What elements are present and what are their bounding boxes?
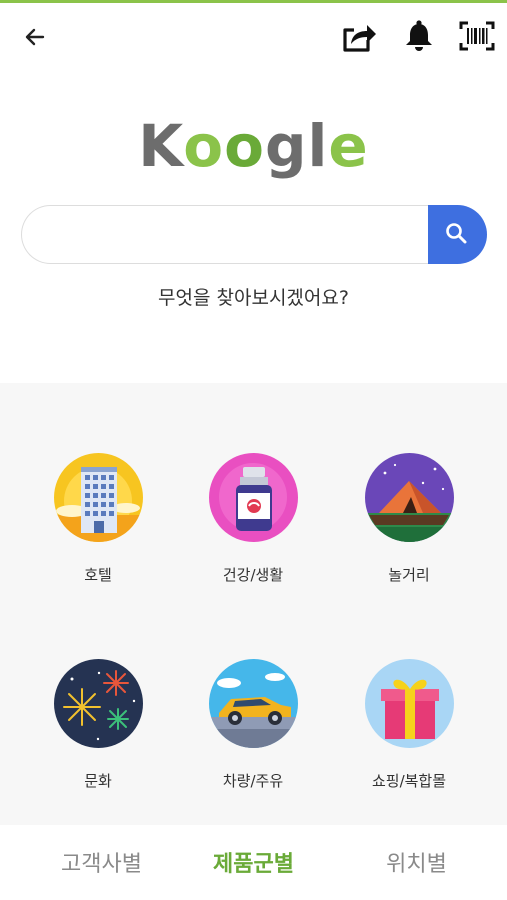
logo-letter: l: [307, 112, 329, 180]
category-label: 차량/주유: [222, 772, 284, 790]
share-icon[interactable]: [339, 18, 379, 56]
gift-icon: [364, 659, 454, 748]
tent-icon: [364, 453, 454, 542]
search-button[interactable]: [428, 205, 487, 264]
bottom-tab-bar: 고객사별 제품군별 위치별: [0, 826, 507, 900]
category-label: 쇼핑/복합몰: [371, 772, 447, 790]
tab-by-location[interactable]: 위치별: [332, 846, 501, 878]
koogle-logo: Koogle: [0, 112, 507, 180]
logo-letter: o: [224, 112, 265, 180]
hotel-icon: [53, 453, 143, 542]
category-grid: 호텔 건강/생활 놀거리 문화 차량/주유 쇼핑/복합몰: [0, 383, 507, 825]
fireworks-icon: [53, 659, 143, 748]
category-health-life[interactable]: 건강/생활: [183, 453, 323, 585]
category-shopping-mall[interactable]: 쇼핑/복합몰: [339, 659, 479, 791]
category-label: 놀거리: [388, 566, 430, 584]
barcode-icon[interactable]: [457, 18, 497, 54]
category-leisure[interactable]: 놀거리: [339, 453, 479, 585]
search-bar: [21, 205, 487, 264]
category-label: 건강/생활: [222, 566, 284, 584]
tab-by-product[interactable]: 제품군별: [169, 846, 338, 878]
category-label: 호텔: [84, 566, 112, 584]
health-bottle-icon: [208, 453, 298, 542]
logo-letter: o: [183, 112, 225, 180]
car-icon: [208, 659, 298, 748]
logo-letter: e: [328, 112, 369, 180]
logo-letter: K: [138, 112, 184, 180]
tab-by-customer[interactable]: 고객사별: [17, 846, 186, 878]
search-input[interactable]: [21, 205, 451, 264]
category-label: 문화: [84, 772, 112, 790]
logo-letter: g: [264, 112, 308, 180]
category-vehicle-fuel[interactable]: 차량/주유: [183, 659, 323, 791]
search-prompt: 무엇을 찾아보시겠어요?: [158, 287, 349, 309]
bell-icon[interactable]: [401, 17, 437, 55]
top-bar: [0, 3, 507, 69]
category-culture[interactable]: 문화: [28, 659, 168, 791]
category-hotel[interactable]: 호텔: [28, 453, 168, 585]
search-icon: [445, 222, 467, 248]
back-arrow-icon[interactable]: [18, 20, 52, 54]
